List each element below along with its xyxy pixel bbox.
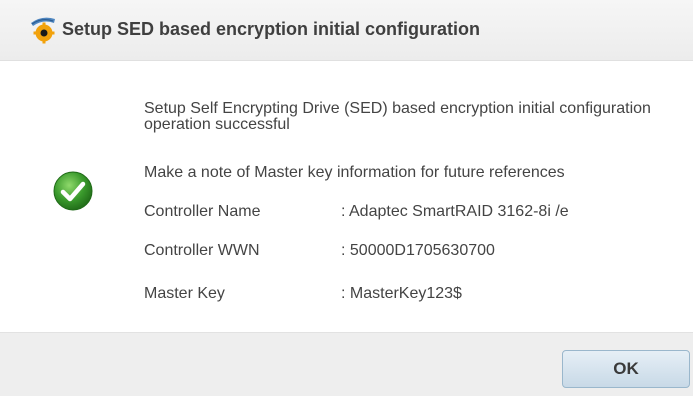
dialog-title: Setup SED based encryption initial confi… [62, 19, 481, 39]
dialog-footer: OK [0, 332, 693, 396]
controller-name-label: Controller Name [144, 203, 261, 220]
controller-wwn-label: Controller WWN [144, 242, 260, 259]
result-message: Setup Self Encrypting Drive (SED) based … [144, 100, 651, 133]
ok-button[interactable]: OK [562, 350, 690, 388]
master-key-note: Make a note of Master key information fo… [144, 164, 565, 181]
success-check-icon [53, 171, 93, 211]
master-key-label: Master Key [144, 285, 225, 302]
dialog-titlebar: Setup SED based encryption initial confi… [0, 0, 693, 61]
controller-wwn-value: : 50000D1705630700 [341, 242, 495, 259]
shield-gear-icon [28, 13, 60, 45]
controller-name-value: : Adaptec SmartRAID 3162-8i /e [341, 203, 569, 220]
master-key-value: : MasterKey123$ [341, 285, 462, 302]
dialog: Setup SED based encryption initial confi… [0, 0, 693, 396]
